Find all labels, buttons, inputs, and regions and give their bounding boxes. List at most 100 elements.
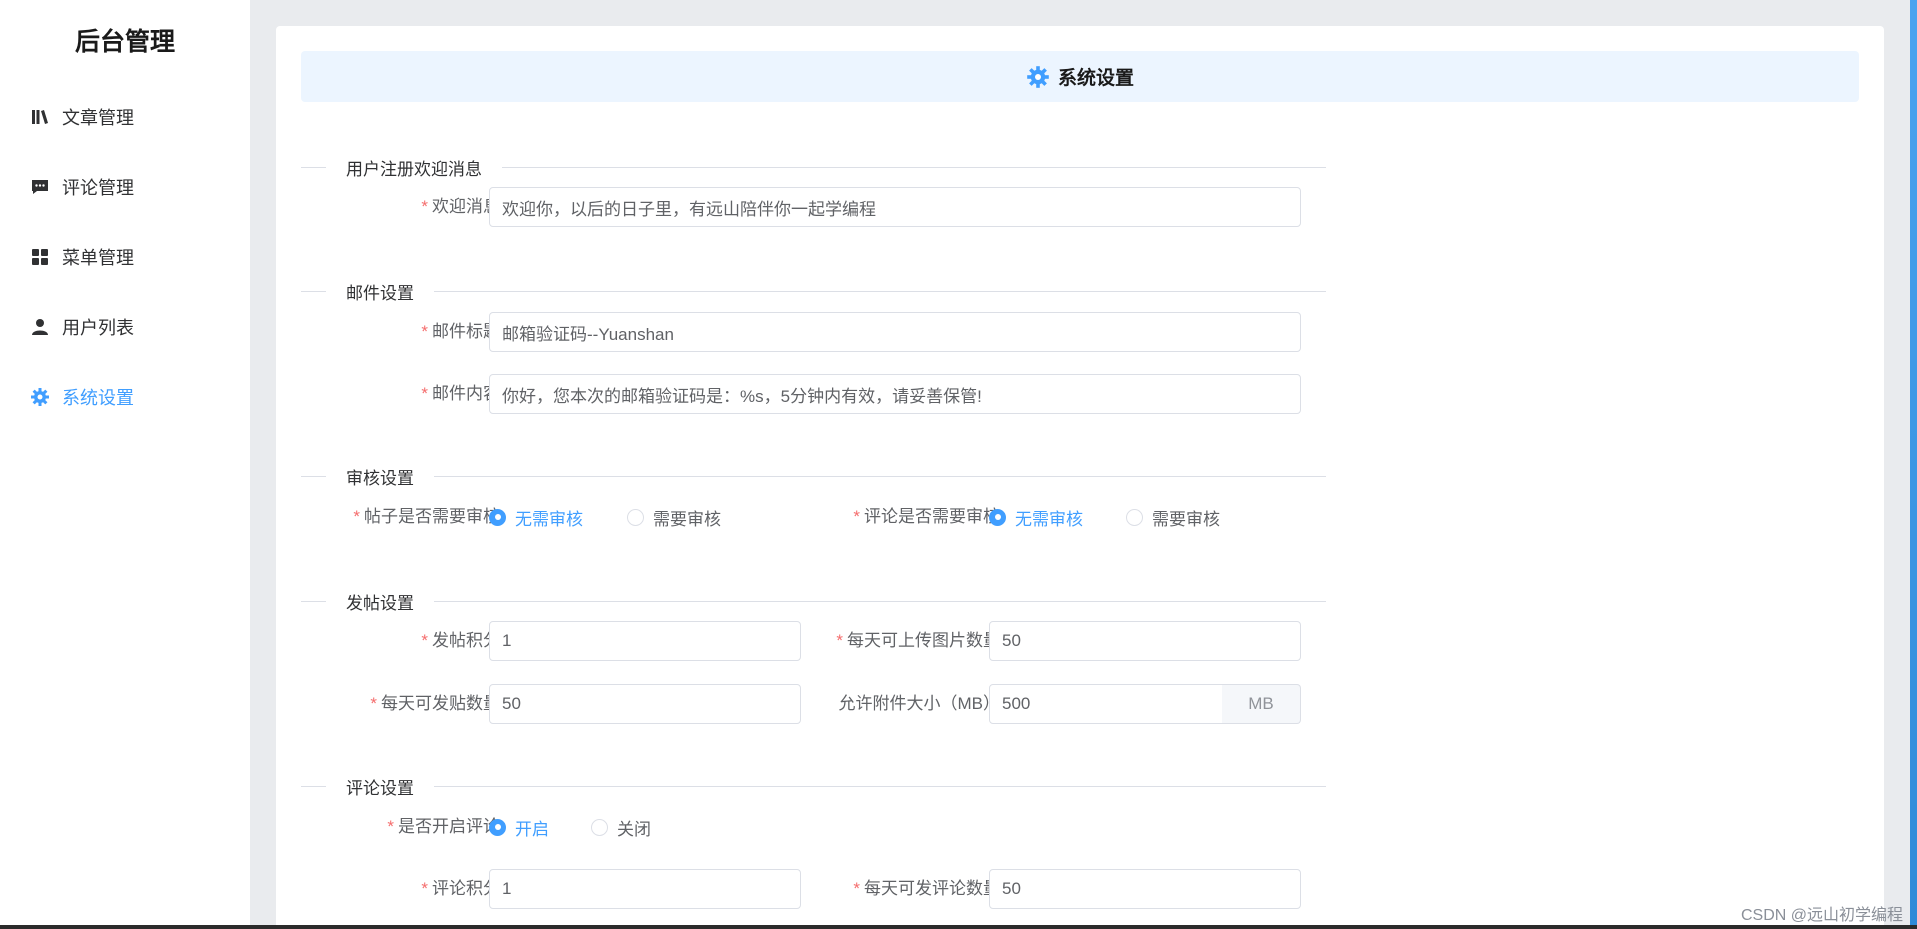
section-title-text: 审核设置 <box>346 468 414 488</box>
email-subject-input[interactable] <box>489 312 1301 352</box>
comment-audit-radio-yes[interactable]: 需要审核 <box>1126 497 1220 537</box>
radio-dot <box>591 818 608 836</box>
comment-enable-radio-on[interactable]: 开启 <box>489 807 549 847</box>
daily-comment-label: * 每天可发评论数量 <box>776 869 1000 909</box>
sidebar-item-label: 菜单管理 <box>62 248 134 268</box>
comment-audit-radio-no[interactable]: 无需审核 <box>989 497 1083 537</box>
section-audit-title: 审核设置 <box>301 466 1326 488</box>
required-mark: * <box>387 817 394 836</box>
sidebar-item-settings[interactable]: 系统设置 <box>0 362 250 432</box>
section-title-text: 发帖设置 <box>346 593 414 613</box>
post-audit-label: * 帖子是否需要审核 <box>301 497 500 537</box>
post-points-label: * 发帖积分 <box>301 621 500 661</box>
radio-label: 需要审核 <box>1152 509 1220 529</box>
label-text: 每天可发贴数量 <box>381 694 500 713</box>
window-bottom-edge <box>0 925 1917 929</box>
email-content-label: * 邮件内容 <box>301 374 500 414</box>
section-title-text: 用户注册欢迎消息 <box>346 159 482 179</box>
divider <box>301 475 326 477</box>
divider <box>301 600 326 602</box>
required-mark: * <box>853 507 860 526</box>
divider <box>301 785 326 787</box>
required-mark: * <box>421 197 428 216</box>
sidebar-item-menus[interactable]: 菜单管理 <box>0 222 250 292</box>
attachment-unit: MB <box>1222 684 1301 724</box>
sidebar-item-users[interactable]: 用户列表 <box>0 292 250 362</box>
gear-icon <box>1026 65 1050 89</box>
section-title-text: 邮件设置 <box>346 283 414 303</box>
radio-label: 无需审核 <box>515 509 583 529</box>
required-mark: * <box>421 384 428 403</box>
sidebar-item-label: 用户列表 <box>62 318 134 338</box>
divider <box>434 600 1326 602</box>
watermark: CSDN @远山初学编程 <box>1740 907 1903 924</box>
page-title: 系统设置 <box>1057 68 1134 89</box>
required-mark: * <box>421 322 428 341</box>
page-header: 系统设置 <box>301 51 1859 102</box>
radio-dot <box>627 508 644 526</box>
post-points-input[interactable] <box>489 621 801 661</box>
label-text: 每天可上传图片数量 <box>847 631 1000 650</box>
email-content-input[interactable] <box>489 374 1301 414</box>
radio-label: 无需审核 <box>1015 509 1083 529</box>
grid-icon <box>30 247 50 267</box>
scrollbar-edge[interactable] <box>1910 0 1917 929</box>
radio-label: 开启 <box>515 819 549 839</box>
comment-enable-radio-off[interactable]: 关闭 <box>591 807 651 847</box>
welcome-message-input[interactable] <box>489 187 1301 227</box>
comment-points-input[interactable] <box>489 869 801 909</box>
radio-label: 需要审核 <box>653 509 721 529</box>
email-subject-label: * 邮件标题 <box>301 312 500 352</box>
sidebar-item-label: 文章管理 <box>62 108 134 128</box>
daily-upload-label: * 每天可上传图片数量 <box>776 621 1000 661</box>
daily-comment-input[interactable] <box>989 869 1301 909</box>
divider <box>434 785 1326 787</box>
divider <box>301 166 326 168</box>
required-mark: * <box>421 631 428 650</box>
required-mark: * <box>421 879 428 898</box>
sidebar-item-label: 系统设置 <box>62 388 134 408</box>
daily-upload-input[interactable] <box>989 621 1301 661</box>
required-mark: * <box>370 694 377 713</box>
post-audit-radio-yes[interactable]: 需要审核 <box>627 497 721 537</box>
label-text: 帖子是否需要审核 <box>364 507 500 526</box>
comment-enable-label: * 是否开启评论 <box>301 807 500 847</box>
section-comment-title: 评论设置 <box>301 776 1326 798</box>
sidebar-item-comments[interactable]: 评论管理 <box>0 152 250 222</box>
section-email-title: 邮件设置 <box>301 281 1326 303</box>
post-audit-radio-no[interactable]: 无需审核 <box>489 497 583 537</box>
required-mark: * <box>836 631 843 650</box>
label-text: 是否开启评论 <box>398 817 500 836</box>
divider <box>502 166 1326 168</box>
divider <box>301 290 326 292</box>
radio-dot <box>1126 508 1143 526</box>
section-title-text: 评论设置 <box>346 778 414 798</box>
section-welcome-title: 用户注册欢迎消息 <box>301 157 1326 179</box>
daily-post-input[interactable] <box>489 684 801 724</box>
daily-post-label: * 每天可发贴数量 <box>301 684 500 724</box>
comment-icon <box>30 177 50 197</box>
required-mark: * <box>853 879 860 898</box>
radio-label: 关闭 <box>617 819 651 839</box>
sidebar-title: 后台管理 <box>74 28 175 56</box>
section-post-title: 发帖设置 <box>301 591 1326 613</box>
settings-card: 系统设置 用户注册欢迎消息 *欢迎消息 邮件设置 *邮件标题 *邮件内容 审核设… <box>276 26 1884 929</box>
sidebar-menu: 文章管理 评论管理 菜单管理 用户列表 系统设置 <box>0 82 250 432</box>
user-icon <box>30 317 50 337</box>
comment-audit-label: * 评论是否需要审核 <box>776 497 1000 537</box>
sidebar-item-articles[interactable]: 文章管理 <box>0 82 250 152</box>
divider <box>434 475 1326 477</box>
book-icon <box>30 107 50 127</box>
comment-points-label: * 评论积分 <box>301 869 500 909</box>
attachment-size-input[interactable] <box>989 684 1223 724</box>
app-window: 后台管理 文章管理 评论管理 菜单管理 用户列表 系统设置 系统设置 用户注册欢… <box>0 0 1917 929</box>
attachment-size-label: 允许附件大小（MB） <box>776 684 1001 724</box>
welcome-message-label: * 欢迎消息 <box>301 187 500 227</box>
required-mark: * <box>353 507 360 526</box>
label-text: 每天可发评论数量 <box>864 879 1000 898</box>
radio-dot <box>489 818 506 836</box>
divider <box>434 290 1326 292</box>
gear-icon <box>30 387 50 407</box>
sidebar: 后台管理 文章管理 评论管理 菜单管理 用户列表 系统设置 <box>0 0 250 929</box>
radio-dot <box>989 508 1006 526</box>
